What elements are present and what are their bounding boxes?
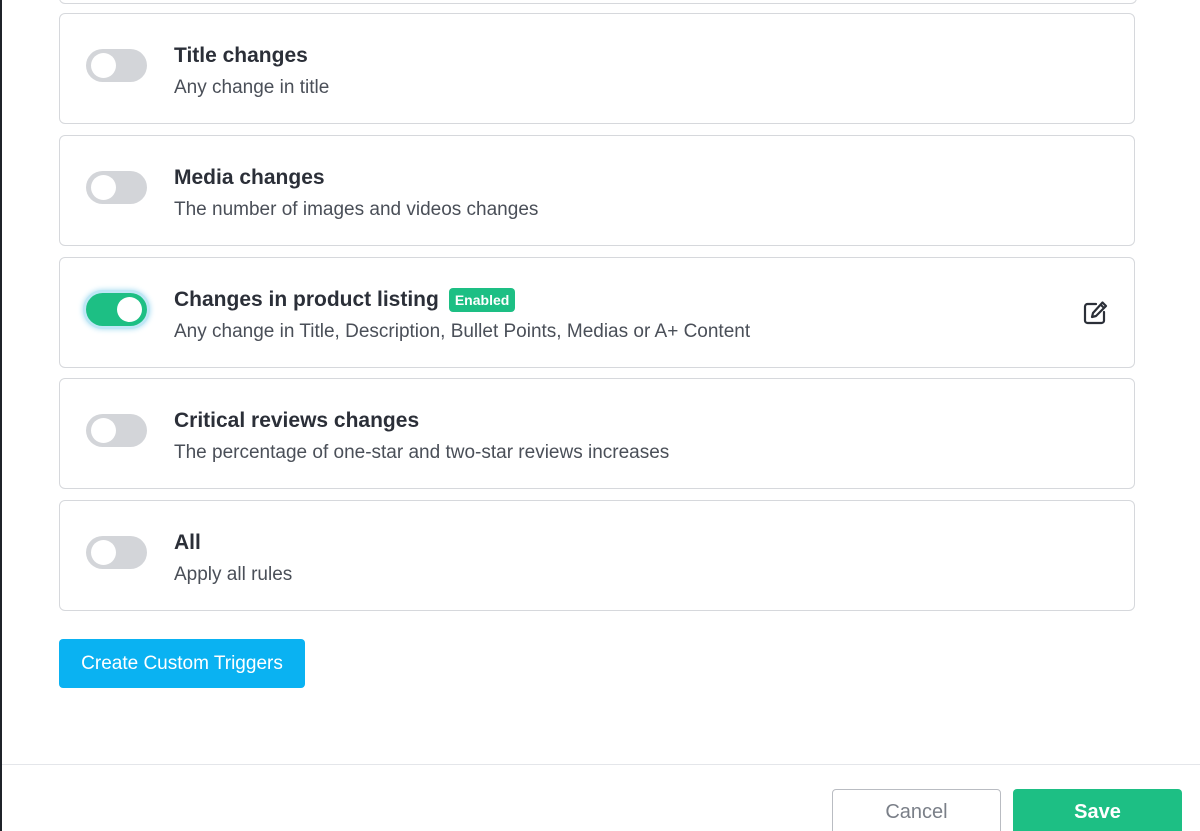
rule-toggle-media-changes[interactable] xyxy=(86,171,147,204)
rule-title-row: Media changes xyxy=(174,165,325,191)
rule-description: Any change in Title, Description, Bullet… xyxy=(174,321,751,342)
rule-card-product-listing: Changes in product listing Enabled Any c… xyxy=(59,257,1135,368)
enabled-badge: Enabled xyxy=(448,288,516,312)
rule-title: Media changes xyxy=(174,166,325,189)
rule-card-all: All Apply all rules xyxy=(59,500,1135,611)
rule-toggle-all[interactable] xyxy=(86,536,147,569)
notification-rules-panel: Title changes Any change in title Media … xyxy=(0,0,1200,831)
rule-title: All xyxy=(174,531,201,554)
rule-description: The number of images and videos changes xyxy=(174,199,539,220)
toggle-knob xyxy=(91,418,116,443)
create-custom-triggers-button[interactable]: Create Custom Triggers xyxy=(59,639,305,688)
rule-card-critical-reviews: Critical reviews changes The percentage … xyxy=(59,378,1135,489)
rule-toggle-title-changes[interactable] xyxy=(86,49,147,82)
rule-toggle-critical-reviews[interactable] xyxy=(86,414,147,447)
rule-title-row: Critical reviews changes xyxy=(174,408,419,434)
rule-description: Apply all rules xyxy=(174,564,293,585)
rule-title-row: Changes in product listing Enabled xyxy=(174,287,516,313)
footer-divider xyxy=(2,764,1200,765)
rule-card-media-changes: Media changes The number of images and v… xyxy=(59,135,1135,246)
rule-card-title-changes: Title changes Any change in title xyxy=(59,13,1135,124)
rule-title: Changes in product listing xyxy=(174,288,439,311)
toggle-knob xyxy=(91,540,116,565)
rule-description: The percentage of one-star and two-star … xyxy=(174,442,670,463)
rule-title: Critical reviews changes xyxy=(174,409,420,432)
rule-description: Any change in title xyxy=(174,77,330,98)
save-button[interactable]: Save xyxy=(1013,789,1182,831)
rule-toggle-product-listing[interactable] xyxy=(86,293,147,326)
previous-rule-card xyxy=(59,0,1137,4)
toggle-knob xyxy=(91,175,116,200)
rule-title-row: Title changes xyxy=(174,43,308,69)
window-left-edge xyxy=(0,0,2,831)
toggle-knob xyxy=(117,297,142,322)
toggle-knob xyxy=(91,53,116,78)
rule-title-row: All xyxy=(174,530,201,556)
edit-icon[interactable] xyxy=(1081,299,1109,327)
cancel-button[interactable]: Cancel xyxy=(832,789,1001,831)
rule-title: Title changes xyxy=(174,44,308,67)
